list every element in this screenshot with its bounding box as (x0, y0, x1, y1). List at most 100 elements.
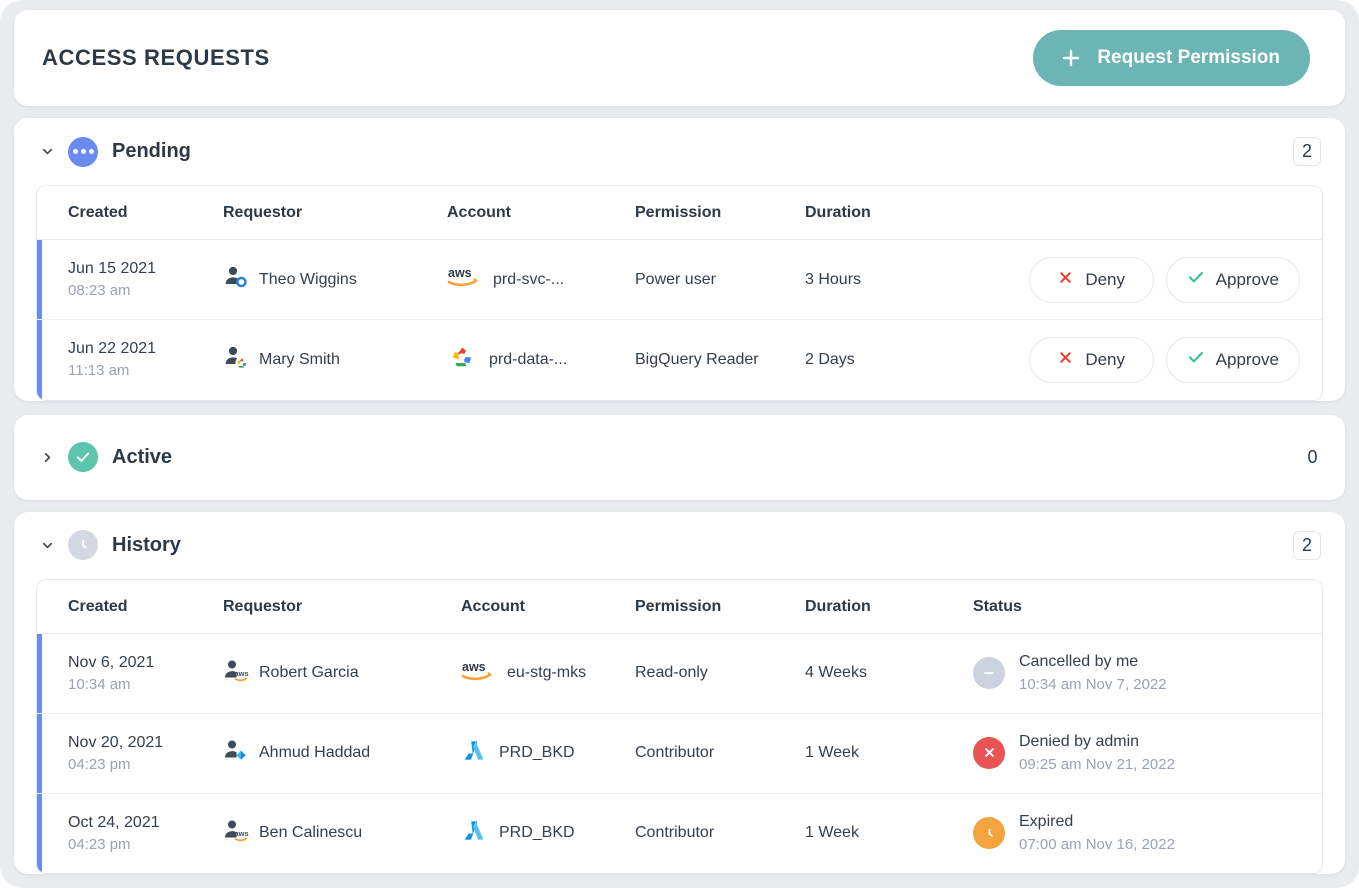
minus-circle-icon (973, 656, 1005, 689)
cell-permission: Contributor (635, 793, 805, 873)
col-status: Status (973, 579, 1322, 634)
col-duration: Duration (805, 186, 959, 240)
gcp-icon (223, 344, 249, 375)
request-permission-label: Request Permission (1097, 47, 1280, 68)
account-name: prd-svc-... (493, 270, 565, 288)
section-active: Active 0 (14, 414, 1345, 500)
x-icon (1057, 269, 1074, 291)
cell-created: Nov 20, 2021 04:23 pm (42, 713, 223, 794)
deny-button[interactable]: Deny (1028, 336, 1154, 383)
chevron-down-icon[interactable] (36, 538, 58, 553)
cell-duration: 1 Week (805, 713, 973, 794)
status-label: Cancelled by me (1019, 652, 1139, 670)
section-history: History 2 Created Requestor Account Perm… (14, 511, 1345, 874)
section-active-count: 0 (1307, 446, 1318, 467)
chevron-down-icon[interactable] (36, 144, 58, 159)
cell-duration: 4 Weeks (805, 633, 973, 714)
azure-icon (461, 738, 487, 769)
account-name: prd-data-... (489, 350, 568, 368)
cell-account: PRD_BKD (461, 713, 635, 794)
table-row[interactable]: Nov 20, 2021 04:23 pm Ahmud Haddad PRD_B… (37, 713, 1322, 794)
approve-label: Approve (1215, 349, 1279, 369)
cell-account: prd-data-... (447, 319, 635, 400)
page-title: ACCESS REQUESTS (42, 45, 270, 70)
history-table: Created Requestor Account Permission Dur… (37, 579, 1322, 873)
status-time: 10:34 am Nov 7, 2022 (1019, 675, 1167, 693)
section-pending-count: 2 (1292, 137, 1321, 166)
cell-created: Jun 15 2021 08:23 am (42, 239, 223, 320)
history-table-wrapper: Created Requestor Account Permission Dur… (36, 578, 1323, 874)
requestor-name: Ben Calinescu (259, 824, 363, 842)
col-actions (959, 186, 1322, 240)
cell-created: Nov 6, 2021 10:34 am (42, 633, 223, 714)
account-name: PRD_BKD (499, 744, 575, 761)
created-date: Oct 24, 2021 (68, 813, 160, 831)
requestor-name: Theo Wiggins (259, 270, 357, 288)
cell-status: Cancelled by me 10:34 am Nov 7, 2022 (973, 633, 1322, 714)
section-pending-label: Pending (112, 140, 191, 162)
deny-label: Deny (1085, 349, 1126, 369)
cell-status: Expired 07:00 am Nov 16, 2022 (973, 793, 1322, 873)
aws-icon: aws (447, 264, 481, 295)
check-circle-icon (68, 442, 98, 472)
status-time: 07:00 am Nov 16, 2022 (1019, 835, 1175, 853)
col-requestor: Requestor (223, 579, 461, 634)
approve-button[interactable]: Approve (1165, 256, 1300, 303)
approve-button[interactable]: Approve (1165, 336, 1300, 383)
cell-actions: Deny Approve (959, 239, 1322, 320)
pending-table-header-row: Created Requestor Account Permission Dur… (37, 186, 1322, 240)
cell-status: Denied by admin 09:25 am Nov 21, 2022 (973, 713, 1322, 794)
col-duration: Duration (805, 579, 973, 634)
section-active-header[interactable]: Active 0 (14, 415, 1345, 500)
cell-account: PRD_BKD (461, 793, 635, 873)
cell-account: aws prd-svc-... (447, 239, 635, 320)
deny-button[interactable]: Deny (1028, 256, 1154, 303)
created-time: 04:23 pm (68, 755, 131, 773)
app-frame: ACCESS REQUESTS Request Permission Pendi… (0, 0, 1359, 888)
requestor-name: Mary Smith (259, 350, 340, 368)
approve-label: Approve (1215, 269, 1279, 289)
requestor-name: Ahmud Haddad (259, 744, 371, 761)
table-row[interactable]: Nov 6, 2021 10:34 am aws Robert Garcia a… (37, 633, 1322, 714)
table-row[interactable]: Oct 24, 2021 04:23 pm aws Ben Calinescu … (37, 793, 1322, 873)
cell-requestor: Mary Smith (223, 319, 447, 400)
col-permission: Permission (635, 579, 805, 634)
pending-table-wrapper: Created Requestor Account Permission Dur… (36, 185, 1323, 401)
aws-icon: aws (223, 818, 249, 849)
cell-created: Oct 24, 2021 04:23 pm (42, 793, 223, 873)
requestor-name: Robert Garcia (259, 664, 359, 681)
svg-text:aws: aws (235, 669, 249, 678)
deny-label: Deny (1085, 269, 1126, 289)
status-label: Expired (1019, 813, 1074, 831)
check-icon (1187, 348, 1205, 371)
table-row[interactable]: Jun 22 2021 11:13 am Mary Smith prd-data… (37, 319, 1322, 400)
section-history-label: History (112, 533, 181, 556)
check-icon (1187, 268, 1205, 291)
account-name: PRD_BKD (499, 824, 575, 842)
azure-icon (223, 738, 249, 769)
cell-requestor: Ahmud Haddad (223, 713, 461, 794)
col-account: Account (447, 186, 635, 240)
aws-icon: aws (223, 658, 249, 689)
cell-created: Jun 22 2021 11:13 am (42, 319, 223, 400)
created-time: 11:13 am (68, 362, 130, 380)
status-label: Denied by admin (1019, 732, 1140, 750)
section-history-header[interactable]: History 2 (14, 512, 1345, 579)
pending-table: Created Requestor Account Permission Dur… (37, 186, 1322, 400)
chevron-right-icon[interactable] (36, 450, 58, 465)
request-permission-button[interactable]: Request Permission (1033, 30, 1310, 86)
okta-ring-icon (223, 264, 249, 295)
cell-requestor: Theo Wiggins (223, 239, 447, 320)
table-row[interactable]: Jun 15 2021 08:23 am Theo Wiggins aws pr… (37, 239, 1322, 320)
x-circle-icon (973, 736, 1005, 769)
col-permission: Permission (635, 186, 805, 240)
col-account: Account (461, 579, 635, 634)
col-requestor: Requestor (223, 186, 447, 240)
section-pending-header[interactable]: Pending 2 (14, 118, 1345, 185)
svg-text:aws: aws (235, 829, 249, 838)
page-header: ACCESS REQUESTS Request Permission (14, 10, 1345, 106)
created-time: 08:23 am (68, 282, 131, 300)
clock-circle-icon (973, 817, 1005, 850)
cell-actions: Deny Approve (959, 319, 1322, 400)
cell-account: aws eu-stg-mks (461, 633, 635, 714)
